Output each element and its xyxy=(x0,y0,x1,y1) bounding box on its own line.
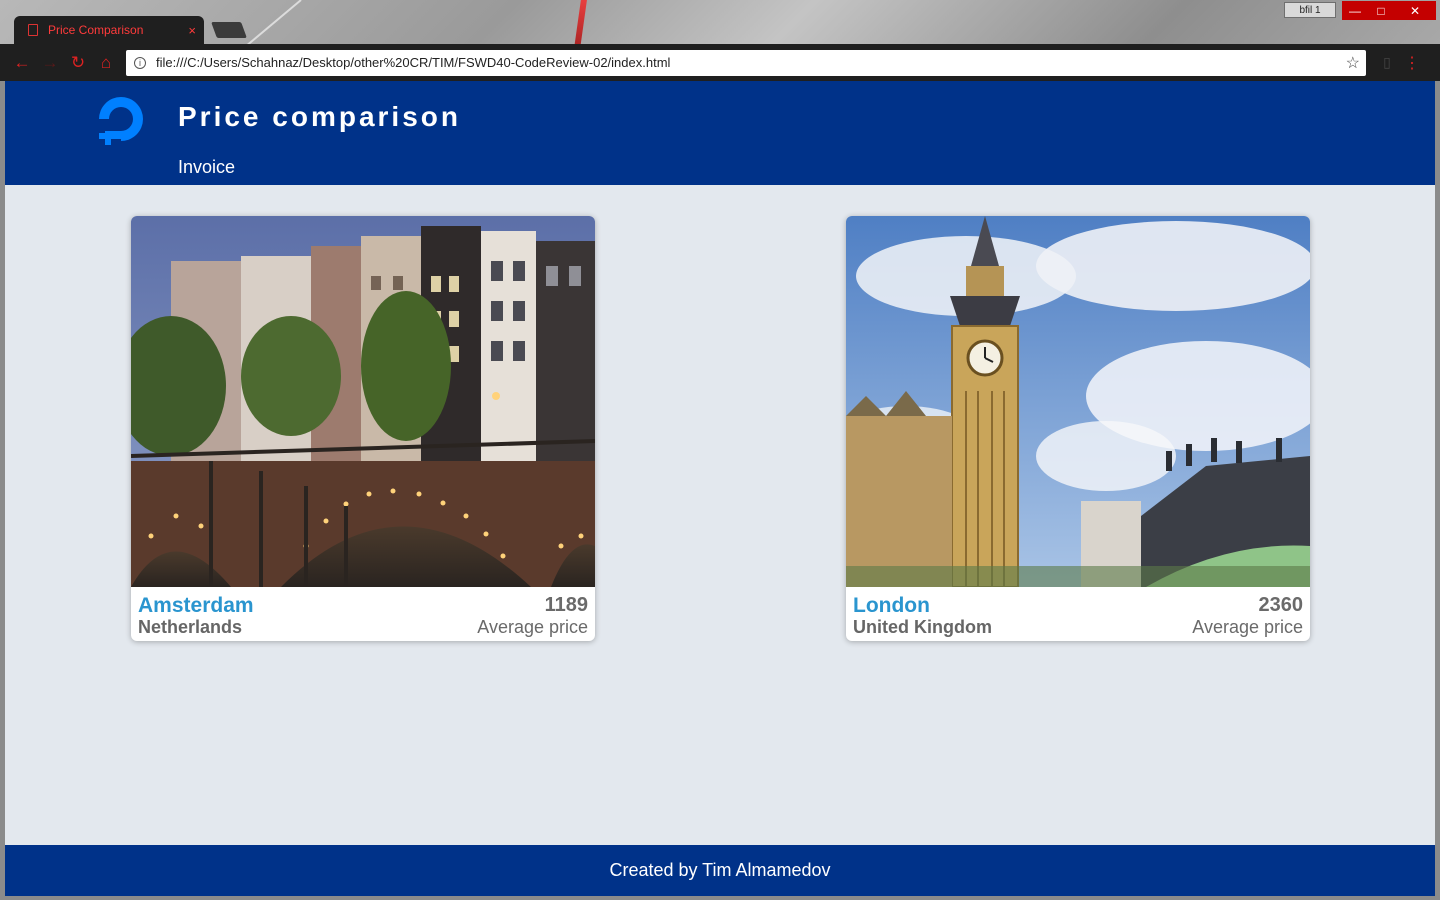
footer-credit: Created by Tim Almamedov xyxy=(609,860,831,880)
reload-icon[interactable]: ↻ xyxy=(64,53,92,73)
country-name: Netherlands xyxy=(138,617,243,637)
city-name[interactable]: Amsterdam xyxy=(138,594,254,618)
nav-link-invoice[interactable]: Invoice xyxy=(178,157,235,178)
forward-icon[interactable]: → xyxy=(36,53,64,73)
bookmark-icon[interactable]: ▯ xyxy=(1372,54,1402,71)
price-label: Average price xyxy=(477,617,588,637)
country-name: United Kingdom xyxy=(853,617,992,637)
maximize-button[interactable]: □ xyxy=(1368,1,1394,20)
maximize-icon: □ xyxy=(1377,3,1385,18)
address-bar[interactable]: i file:///C:/Users/Schahnaz/Desktop/othe… xyxy=(126,49,1366,76)
page-icon xyxy=(28,24,38,36)
city-name[interactable]: London xyxy=(853,594,930,618)
city-card-amsterdam[interactable]: Amsterdam Netherlands 1189 Average price xyxy=(131,216,595,641)
close-window-button[interactable]: ✕ xyxy=(1394,1,1436,20)
browser-titlebar: Price Comparison × bfil 1 — □ ✕ xyxy=(0,0,1440,44)
amsterdam-photo xyxy=(131,216,595,587)
menu-icon[interactable]: ⋮ xyxy=(1402,53,1422,73)
tab-title: Price Comparison xyxy=(48,23,144,37)
digitalocean-logo-icon[interactable] xyxy=(91,89,151,149)
back-icon[interactable]: ← xyxy=(8,53,36,73)
page-content: Price comparison Invoice Amsterdam Nethe… xyxy=(5,81,1435,896)
page-header: Price comparison Invoice xyxy=(5,81,1435,185)
close-icon: ✕ xyxy=(1409,3,1421,18)
city-card-london[interactable]: London United Kingdom 2360 Average price xyxy=(846,216,1310,641)
info-icon[interactable]: i xyxy=(134,56,146,69)
home-icon[interactable]: ⌂ xyxy=(92,53,120,73)
star-icon[interactable]: ☆ xyxy=(1346,53,1360,73)
price-value: 2360 xyxy=(1258,594,1304,616)
profile-button[interactable]: bfil 1 xyxy=(1284,2,1336,18)
page-title: Price comparison xyxy=(178,101,461,132)
titlebar-decoration xyxy=(246,0,302,44)
price-value: 1189 xyxy=(544,594,588,616)
minimize-icon: — xyxy=(1349,3,1361,18)
browser-toolbar: ← → ↻ ⌂ i file:///C:/Users/Schahnaz/Desk… xyxy=(0,44,1440,81)
page-footer: Created by Tim Almamedov xyxy=(5,845,1435,896)
london-photo xyxy=(846,216,1310,587)
tab-price-comparison[interactable]: Price Comparison × xyxy=(14,16,204,44)
minimize-button[interactable]: — xyxy=(1342,1,1368,20)
tab-close-icon[interactable]: × xyxy=(188,23,196,38)
price-label: Average price xyxy=(1192,617,1303,637)
titlebar-decoration xyxy=(569,0,589,44)
url-text[interactable]: file:///C:/Users/Schahnaz/Desktop/other%… xyxy=(156,55,1346,70)
profile-label: bfil 1 xyxy=(1299,4,1321,16)
new-tab-button[interactable] xyxy=(211,22,247,38)
